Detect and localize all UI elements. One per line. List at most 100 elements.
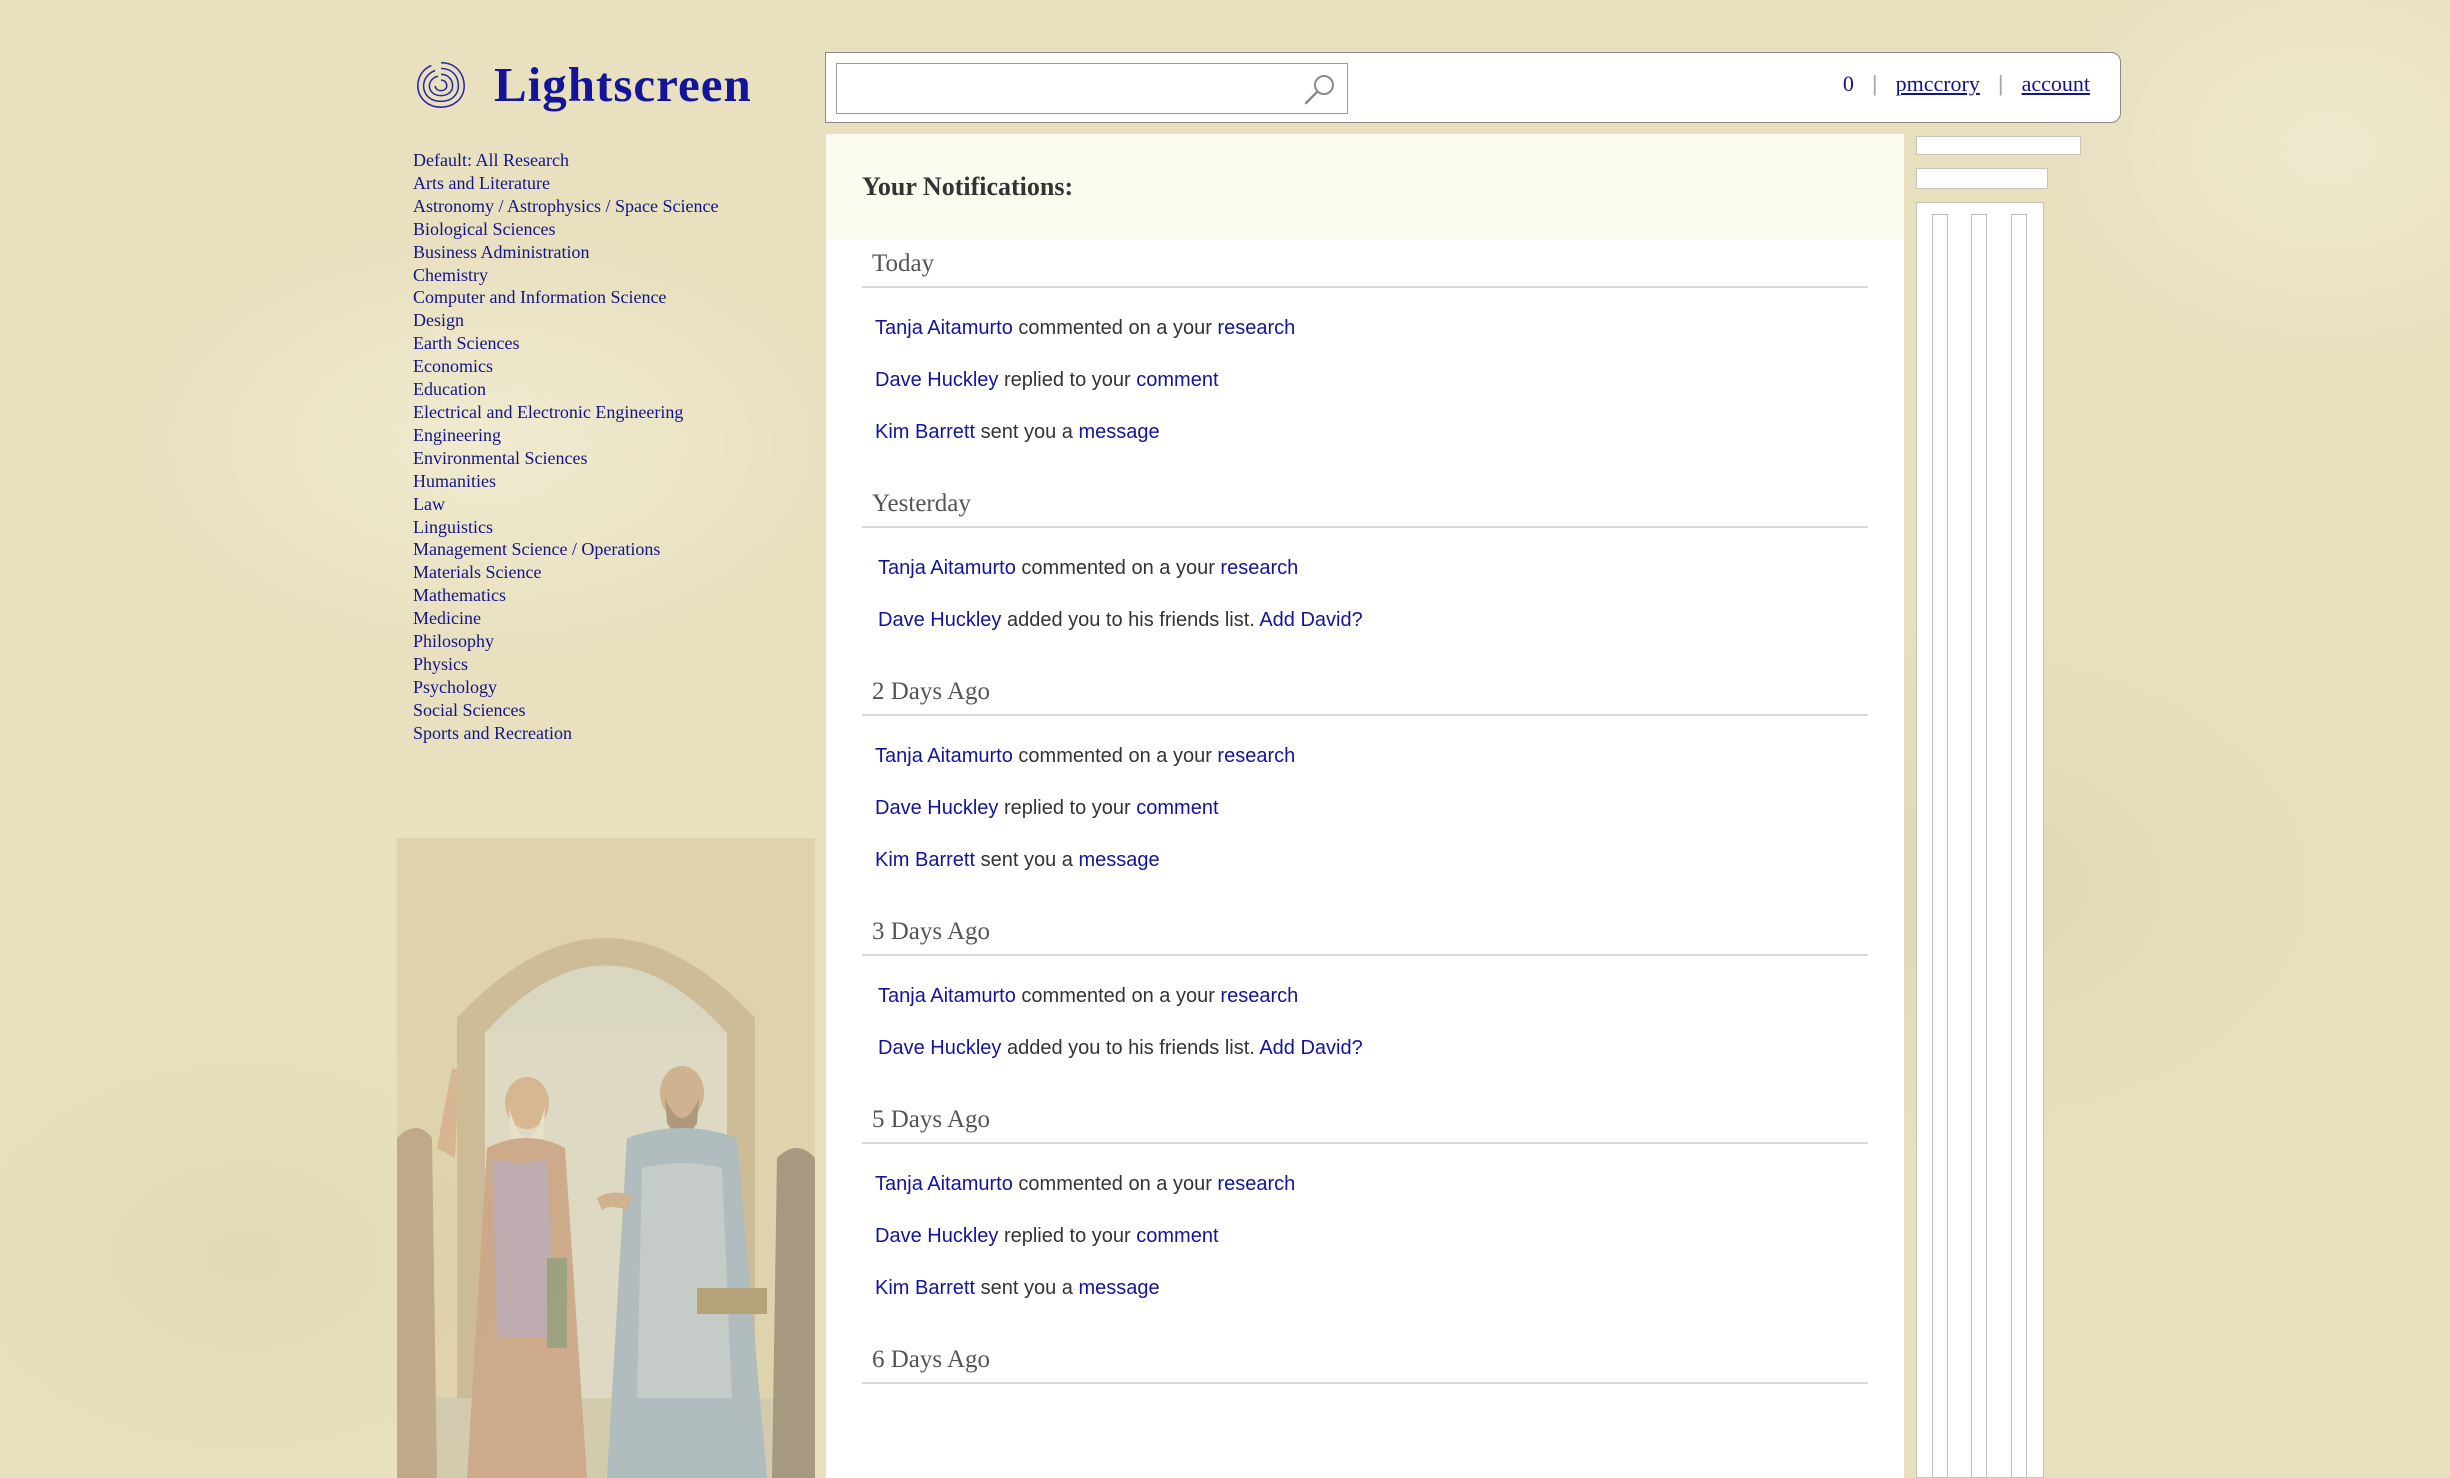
logo[interactable]: Lightscreen xyxy=(412,55,752,113)
notification-item: Dave Huckley added you to his friends li… xyxy=(862,608,1868,660)
notification-text: commented on a your xyxy=(1012,317,1218,339)
notification-link[interactable]: comment xyxy=(1136,797,1218,819)
user-link[interactable]: Tanja Aitamurto xyxy=(878,557,1016,579)
category-link[interactable]: Design xyxy=(413,309,813,332)
category-link[interactable]: Arts and Literature xyxy=(413,172,813,195)
notification-item: Tanja Aitamurto commented on a your rese… xyxy=(862,744,1868,796)
divider: | xyxy=(1997,71,2004,96)
notification-item: Dave Huckley added you to his friends li… xyxy=(862,1036,1868,1088)
notifications-header: Your Notifications: xyxy=(826,134,1904,240)
user-link[interactable]: Kim Barrett xyxy=(875,849,975,871)
category-link[interactable]: Social Sciences xyxy=(413,699,813,722)
user-nav: 0 | pmccrory | account xyxy=(1843,71,2090,97)
notification-text: commented on a your xyxy=(1015,557,1221,579)
notification-text: sent you a xyxy=(975,1277,1079,1299)
category-link[interactable]: Engineering xyxy=(413,424,813,447)
user-link[interactable]: Tanja Aitamurto xyxy=(875,1173,1013,1195)
category-link[interactable]: Default: All Research xyxy=(413,149,813,172)
app-title: Lightscreen xyxy=(494,56,752,112)
category-link[interactable]: Philosophy xyxy=(413,630,813,653)
category-link[interactable]: Physics xyxy=(413,653,813,676)
category-link[interactable]: Psychology xyxy=(413,676,813,699)
notification-link[interactable]: research xyxy=(1220,985,1298,1007)
account-link[interactable]: account xyxy=(2022,71,2090,97)
notification-link[interactable]: message xyxy=(1078,849,1159,871)
category-link[interactable]: Computer and Information Science xyxy=(413,286,813,309)
notification-link[interactable]: message xyxy=(1078,1277,1159,1299)
notification-day: 5 Days Ago Tanja Aitamurto commented on a… xyxy=(862,1096,1868,1336)
user-link[interactable]: Tanja Aitamurto xyxy=(878,985,1016,1007)
notification-day: 3 Days Ago Tanja Aitamurto commented on a… xyxy=(862,908,1868,1096)
category-list: Default: All Research Arts and Literature… xyxy=(413,149,813,745)
notification-text: commented on a your xyxy=(1012,1173,1218,1195)
notification-link[interactable]: message xyxy=(1078,421,1159,443)
user-link[interactable]: Dave Huckley xyxy=(875,797,998,819)
notification-link[interactable]: research xyxy=(1217,745,1295,767)
sidebar-placeholder-bar xyxy=(1916,168,2048,189)
category-link[interactable]: Education xyxy=(413,378,813,401)
notification-count[interactable]: 0 xyxy=(1843,71,1854,97)
category-link[interactable]: Electrical and Electronic Engineering xyxy=(413,401,813,424)
user-link[interactable]: Tanja Aitamurto xyxy=(875,317,1013,339)
painting-image xyxy=(397,838,815,1478)
category-link[interactable]: Materials Science xyxy=(413,561,813,584)
notification-list: Tanja Aitamurto commented on a your rese… xyxy=(862,956,1868,1096)
search-input[interactable] xyxy=(845,72,1285,106)
user-link[interactable]: Dave Huckley xyxy=(875,1225,998,1247)
category-link[interactable]: Business Administration xyxy=(413,241,813,264)
notification-day: 6 Days Ago xyxy=(862,1336,1868,1404)
notification-item: Kim Barrett sent you a message xyxy=(862,420,1868,472)
notification-item: Dave Huckley replied to your comment xyxy=(862,1224,1868,1276)
user-link[interactable]: Kim Barrett xyxy=(875,1277,975,1299)
notification-list: Tanja Aitamurto commented on a your rese… xyxy=(862,1144,1868,1336)
sidebar-placeholder-column xyxy=(1971,214,1987,1478)
search-icon[interactable] xyxy=(1303,72,1337,106)
top-bar: 0 | pmccrory | account xyxy=(825,52,2121,123)
notification-text: added you to his friends list. xyxy=(1001,1037,1260,1059)
notification-days: Today Tanja Aitamurto commented on a your… xyxy=(826,240,1904,1404)
category-link[interactable]: Environmental Sciences xyxy=(413,447,813,470)
notification-link[interactable]: research xyxy=(1220,557,1298,579)
category-link[interactable]: Astronomy / Astrophysics / Space Science xyxy=(413,195,813,218)
user-link[interactable]: Dave Huckley xyxy=(878,1037,1001,1059)
user-link[interactable]: Dave Huckley xyxy=(875,369,998,391)
day-heading: 6 Days Ago xyxy=(862,1336,1868,1384)
category-link[interactable]: Linguistics xyxy=(413,516,813,539)
notification-text: commented on a your xyxy=(1015,985,1221,1007)
category-link[interactable]: Law xyxy=(413,493,813,516)
user-link[interactable]: Dave Huckley xyxy=(878,609,1001,631)
spiral-logo-icon xyxy=(417,61,465,108)
notification-text: sent you a xyxy=(975,421,1079,443)
category-link[interactable]: Economics xyxy=(413,355,813,378)
notification-text: replied to your xyxy=(998,1225,1137,1247)
notification-day: 2 Days Ago Tanja Aitamurto commented on a… xyxy=(862,668,1868,908)
notification-day: Yesterday Tanja Aitamurto commented on a … xyxy=(862,480,1868,668)
category-link[interactable]: Humanities xyxy=(413,470,813,493)
notification-text: commented on a your xyxy=(1012,745,1218,767)
notification-item: Tanja Aitamurto commented on a your rese… xyxy=(862,984,1868,1036)
notification-link[interactable]: research xyxy=(1217,317,1295,339)
notification-link[interactable]: research xyxy=(1217,1173,1295,1195)
user-link[interactable]: Tanja Aitamurto xyxy=(875,745,1013,767)
category-link[interactable]: Chemistry xyxy=(413,264,813,287)
day-heading: 5 Days Ago xyxy=(862,1096,1868,1144)
notification-day: Today Tanja Aitamurto commented on a your… xyxy=(862,240,1868,480)
category-link[interactable]: Management Science / Operations xyxy=(413,538,813,561)
notification-list: Tanja Aitamurto commented on a your rese… xyxy=(862,288,1868,480)
category-link[interactable]: Biological Sciences xyxy=(413,218,813,241)
category-link[interactable]: Earth Sciences xyxy=(413,332,813,355)
notifications-panel: Your Notifications: Today Tanja Aitamurto… xyxy=(826,134,1904,1478)
notification-list: Tanja Aitamurto commented on a your rese… xyxy=(862,716,1868,908)
username-link[interactable]: pmccrory xyxy=(1896,71,1980,97)
notification-text: replied to your xyxy=(998,369,1137,391)
category-link[interactable]: Mathematics xyxy=(413,584,813,607)
notification-link[interactable]: Add David? xyxy=(1259,1037,1362,1059)
category-link[interactable]: Medicine xyxy=(413,607,813,630)
notification-link[interactable]: comment xyxy=(1136,369,1218,391)
category-link[interactable]: Sports and Recreation xyxy=(413,722,813,745)
notification-link[interactable]: comment xyxy=(1136,1225,1218,1247)
sidebar-placeholder-column xyxy=(2011,214,2027,1478)
notification-link[interactable]: Add David? xyxy=(1259,609,1362,631)
notification-item: Tanja Aitamurto commented on a your rese… xyxy=(862,1172,1868,1224)
user-link[interactable]: Kim Barrett xyxy=(875,421,975,443)
